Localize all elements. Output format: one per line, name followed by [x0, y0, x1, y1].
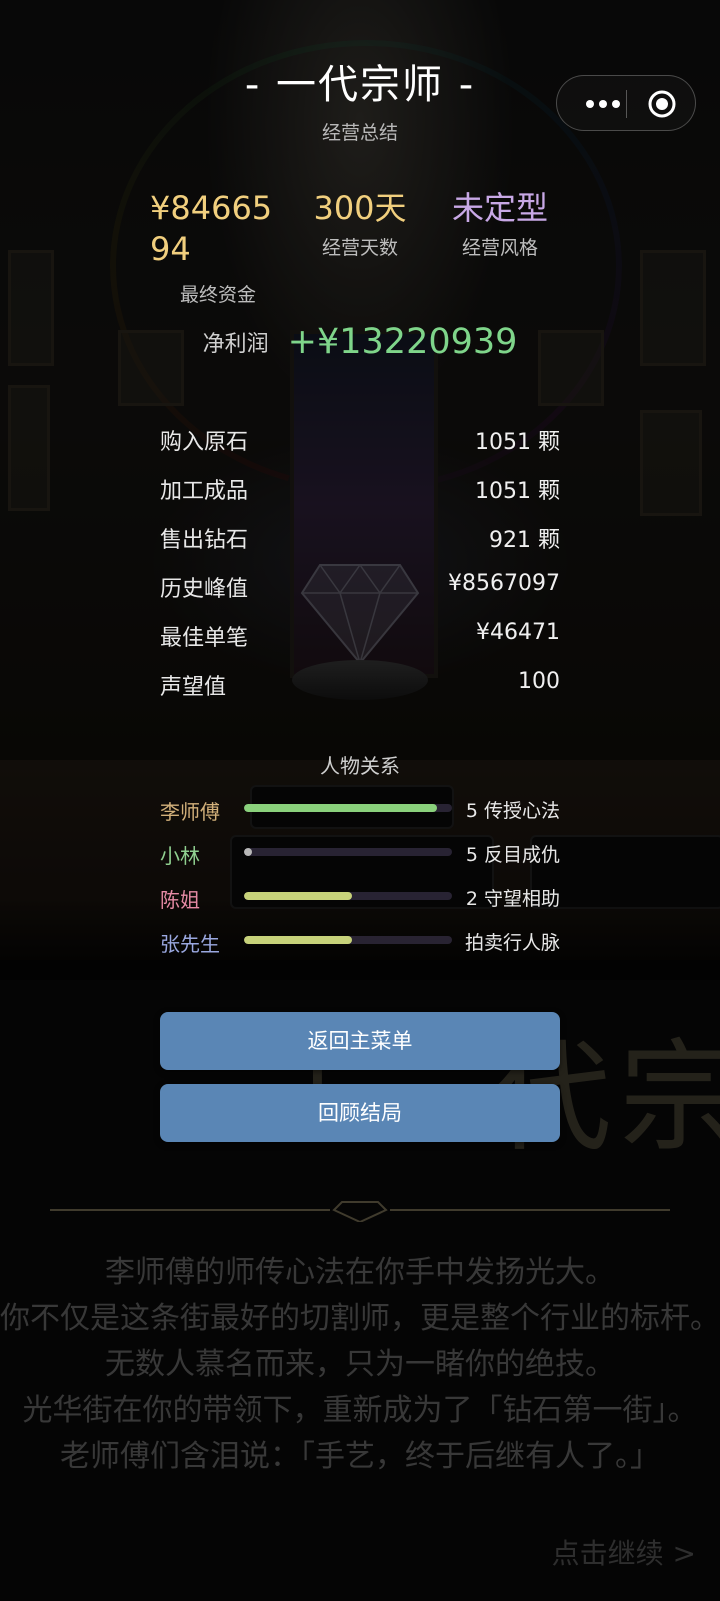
relation-status: 5 反目成仇 [465, 844, 560, 866]
stat-row-label: 声望值 [160, 675, 227, 700]
stat-row-value: 100 [518, 669, 560, 694]
stat-row-label: 购入原石 [160, 430, 249, 455]
stat-row: 售出钻石 921 颗 [160, 514, 560, 563]
stat-row: 历史峰值 ¥8567097 [160, 563, 560, 612]
stat-label: 经营风格 [461, 237, 538, 259]
page-title: - 一代宗师 - [244, 62, 476, 108]
relations-list: 李师傅 5 传授心法 小林 5 反目成仇 陈姐 2 守望相助 张先生 拍卖行人脉 [160, 796, 560, 972]
relation-row: 陈姐 2 守望相助 [160, 884, 560, 928]
stat-row: 最佳单笔 ¥46471 [160, 612, 560, 661]
stat-style: 未定型 经营风格 [440, 188, 560, 260]
stat-row-label: 售出钻石 [160, 528, 249, 553]
continue-prompt[interactable]: 点击继续 > [552, 1532, 696, 1572]
relation-bar-fill [244, 892, 353, 900]
stat-value: ¥8466594 [150, 189, 273, 268]
stat-days: 300天 经营天数 [300, 188, 420, 260]
story-line: 你不仅是这条街最好的切割师，更是整个行业的标杆。 [0, 1301, 720, 1336]
net-profit-value: +¥13220939 [287, 322, 518, 362]
relation-row: 李师傅 5 传授心法 [160, 796, 560, 840]
stat-row-value: 1051 颗 [475, 430, 560, 455]
relation-bar [244, 936, 452, 944]
story-line: 光华街在你的带领下，重新成为了「钻石第一街」。 [22, 1393, 698, 1428]
stat-row-label: 加工成品 [160, 479, 249, 504]
relations-title: 人物关系 [320, 754, 400, 778]
relation-name: 小林 [160, 844, 200, 868]
stat-value: 300天 [313, 189, 407, 227]
relation-row: 张先生 拍卖行人脉 [160, 928, 560, 972]
stat-final-money: ¥8466594 最终资金 [150, 188, 280, 306]
page-subtitle: 经营总结 [321, 122, 398, 144]
story-text: 李师傅的师传心法在你手中发扬光大。 你不仅是这条街最好的切割师，更是整个行业的标… [0, 1250, 720, 1480]
relation-name: 陈姐 [160, 888, 200, 912]
net-profit: 净利润 +¥13220939 [0, 322, 720, 362]
main-menu-button[interactable]: 返回主菜单 [160, 1012, 560, 1070]
net-profit-label: 净利润 [202, 332, 269, 357]
stat-row: 加工成品 1051 颗 [160, 465, 560, 514]
story-line: 无数人慕名而来，只为一睹你的绝技。 [105, 1347, 615, 1382]
relation-bar-fill [244, 848, 253, 856]
summary-stats-list: 购入原石 1051 颗 加工成品 1051 颗 售出钻石 921 颗 历史峰值 ¥856… [160, 416, 560, 710]
review-ending-button[interactable]: 回顾结局 [160, 1084, 560, 1142]
relation-status: 2 守望相助 [465, 888, 560, 910]
ornament-divider [50, 1201, 670, 1222]
story-line: 李师傅的师传心法在你手中发扬光大。 [105, 1255, 615, 1290]
relation-status: 5 传授心法 [465, 800, 560, 822]
relation-row: 小林 5 反目成仇 [160, 840, 560, 884]
stat-row-value: ¥8567097 [448, 571, 560, 596]
stat-row: 购入原石 1051 颗 [160, 416, 560, 465]
stat-label: 经营天数 [321, 237, 398, 259]
stat-row-label: 历史峰值 [160, 577, 249, 602]
relation-bar [244, 892, 452, 900]
stat-label: 最终资金 [180, 284, 257, 306]
relation-name: 张先生 [160, 932, 220, 956]
stat-row-value: ¥46471 [476, 620, 560, 645]
stat-row-value: 921 颗 [489, 528, 560, 553]
relation-name: 李师傅 [160, 800, 220, 824]
stat-value: 未定型 [451, 189, 548, 227]
story-line: 老师傅们含泪说：「手艺，终于后继有人了。」 [60, 1439, 660, 1474]
relation-bar [244, 804, 452, 812]
relation-bar-fill [244, 804, 438, 812]
stat-row-value: 1051 颗 [475, 479, 560, 504]
relation-bar-fill [244, 936, 353, 944]
relation-bar [244, 848, 452, 856]
stat-row-label: 最佳单笔 [160, 626, 249, 651]
relation-status: 拍卖行人脉 [464, 932, 560, 954]
stat-row: 声望值 100 [160, 661, 560, 710]
